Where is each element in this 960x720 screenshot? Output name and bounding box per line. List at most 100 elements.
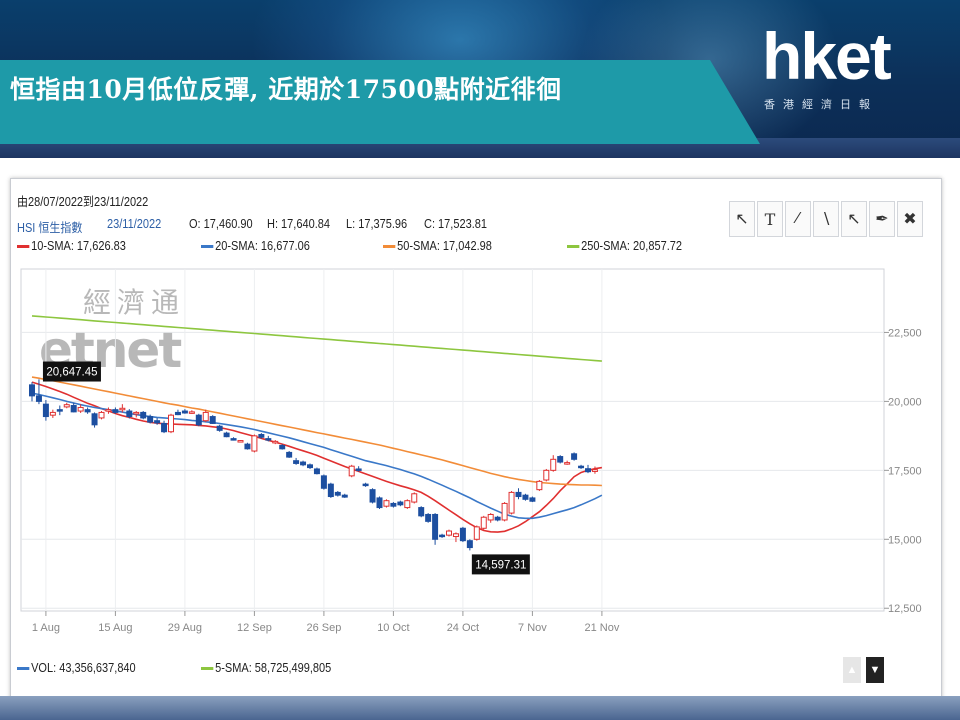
- candlestick-chart: 12,500 15,000 17,500 20,000 22,500 1 Aug 15 Au…: [20, 268, 922, 634]
- x-tick-label: 15 Aug: [98, 622, 132, 634]
- volume-sma5-legend: 5-SMA: 58,725,499,805: [201, 661, 331, 675]
- candle-body: [29, 384, 35, 397]
- scroll-down-button[interactable]: ▼: [866, 657, 884, 683]
- candle-body: [515, 491, 522, 498]
- candle-body: [126, 410, 133, 418]
- page-title: 恒指由10月低位反彈, 近期於17500點附近徘徊: [10, 75, 562, 104]
- candle-body: [216, 425, 223, 431]
- candle-body: [446, 530, 452, 536]
- series-line-250-sma: [31, 315, 602, 362]
- volume-label: VOL: 43,356,637,840: [31, 661, 136, 675]
- candle-body: [487, 513, 494, 521]
- volume-legend: VOL: 43,356,637,840: [17, 661, 136, 675]
- candle-body: [355, 468, 362, 471]
- candle-body: [133, 411, 140, 415]
- candle-body: [348, 465, 355, 477]
- header-separator: [0, 158, 960, 172]
- candle-body: [550, 458, 557, 471]
- y-tick-label: 20,000: [888, 396, 922, 408]
- series-line-10-sma: [31, 381, 603, 533]
- candle-body: [411, 493, 418, 503]
- volume-swatch: [17, 667, 30, 671]
- candle-body: [49, 411, 56, 416]
- scroll-up-button[interactable]: ▲: [843, 657, 861, 683]
- candle-body: [209, 416, 216, 424]
- candle-body: [119, 407, 126, 411]
- candle-body: [522, 494, 529, 500]
- candle-body: [320, 475, 327, 489]
- candle-body: [223, 432, 230, 438]
- candle-body: [98, 411, 105, 419]
- candle-body: [418, 507, 425, 517]
- candle-body: [362, 483, 369, 487]
- candle-body: [286, 451, 293, 458]
- candle-body: [425, 513, 432, 522]
- candle-body: [258, 433, 265, 438]
- candle-body: [307, 464, 313, 469]
- candle-body: [293, 460, 300, 464]
- candle-body: [202, 411, 209, 422]
- candle-body: [188, 411, 195, 414]
- candle-body: [237, 440, 244, 443]
- candle-body: [63, 404, 70, 408]
- candle-body: [376, 497, 383, 509]
- candle-body: [501, 502, 508, 521]
- candle-body: [244, 443, 251, 450]
- candle-body: [557, 456, 564, 463]
- candle-body: [181, 410, 188, 414]
- candle-body: [56, 409, 63, 412]
- candle-body: [77, 406, 84, 412]
- candle-body: [251, 435, 258, 452]
- candle-body: [439, 534, 446, 538]
- candle-body: [466, 540, 473, 549]
- candle-body: [383, 500, 390, 507]
- candle-body: [473, 526, 480, 540]
- candle-body: [564, 462, 571, 465]
- candle-body: [327, 483, 334, 498]
- candle-body: [279, 445, 286, 450]
- candle-body: [105, 409, 112, 412]
- candle-body: [230, 438, 237, 441]
- candle-body: [272, 440, 279, 444]
- candle-body: [508, 491, 515, 514]
- candle-body: [369, 489, 376, 503]
- candle-body: [432, 513, 439, 540]
- candle-body: [91, 413, 98, 426]
- annotation-label: 20,647.45: [46, 367, 97, 379]
- candle-body: [334, 491, 341, 496]
- y-tick-label: 22,500: [888, 327, 922, 339]
- x-tick-label: 26 Sep: [306, 622, 341, 634]
- x-tick-label: 10 Oct: [377, 622, 409, 634]
- volume-sma5-swatch: [201, 667, 214, 671]
- candle-body: [174, 411, 181, 416]
- annotation-label: 14,597.31: [475, 559, 526, 571]
- x-tick-label: 1 Aug: [32, 622, 60, 634]
- candle-body: [571, 453, 578, 460]
- x-tick-label: 21 Nov: [584, 622, 619, 634]
- candle-body: [147, 416, 154, 423]
- x-tick-label: 29 Aug: [168, 622, 202, 634]
- y-tick-label: 12,500: [888, 603, 922, 615]
- candle-body: [452, 533, 459, 538]
- candle-body: [390, 502, 397, 507]
- x-tick-label: 24 Oct: [447, 622, 479, 634]
- x-tick-label: 12 Sep: [237, 622, 272, 634]
- candle-body: [341, 494, 348, 498]
- candle-body: [112, 409, 119, 413]
- candle-body: [70, 405, 77, 413]
- candle-body: [195, 414, 202, 426]
- candle-body: [578, 465, 585, 469]
- candle-body: [84, 409, 91, 413]
- candle-body: [313, 468, 320, 475]
- candle-body: [536, 480, 543, 491]
- candle-body: [480, 516, 487, 529]
- candle-body: [42, 403, 49, 418]
- candle-body: [585, 468, 591, 473]
- candle-body: [494, 516, 501, 521]
- hket-logo-subtitle: 香港經濟日報: [764, 99, 878, 111]
- chart-panel: 由28/07/2022到23/11/2022 HSI 恒生指數 23/11/20…: [10, 178, 942, 700]
- plot-area: [20, 268, 885, 612]
- footer-band: [0, 696, 960, 720]
- candle-body: [161, 422, 168, 433]
- candle-body: [154, 420, 161, 424]
